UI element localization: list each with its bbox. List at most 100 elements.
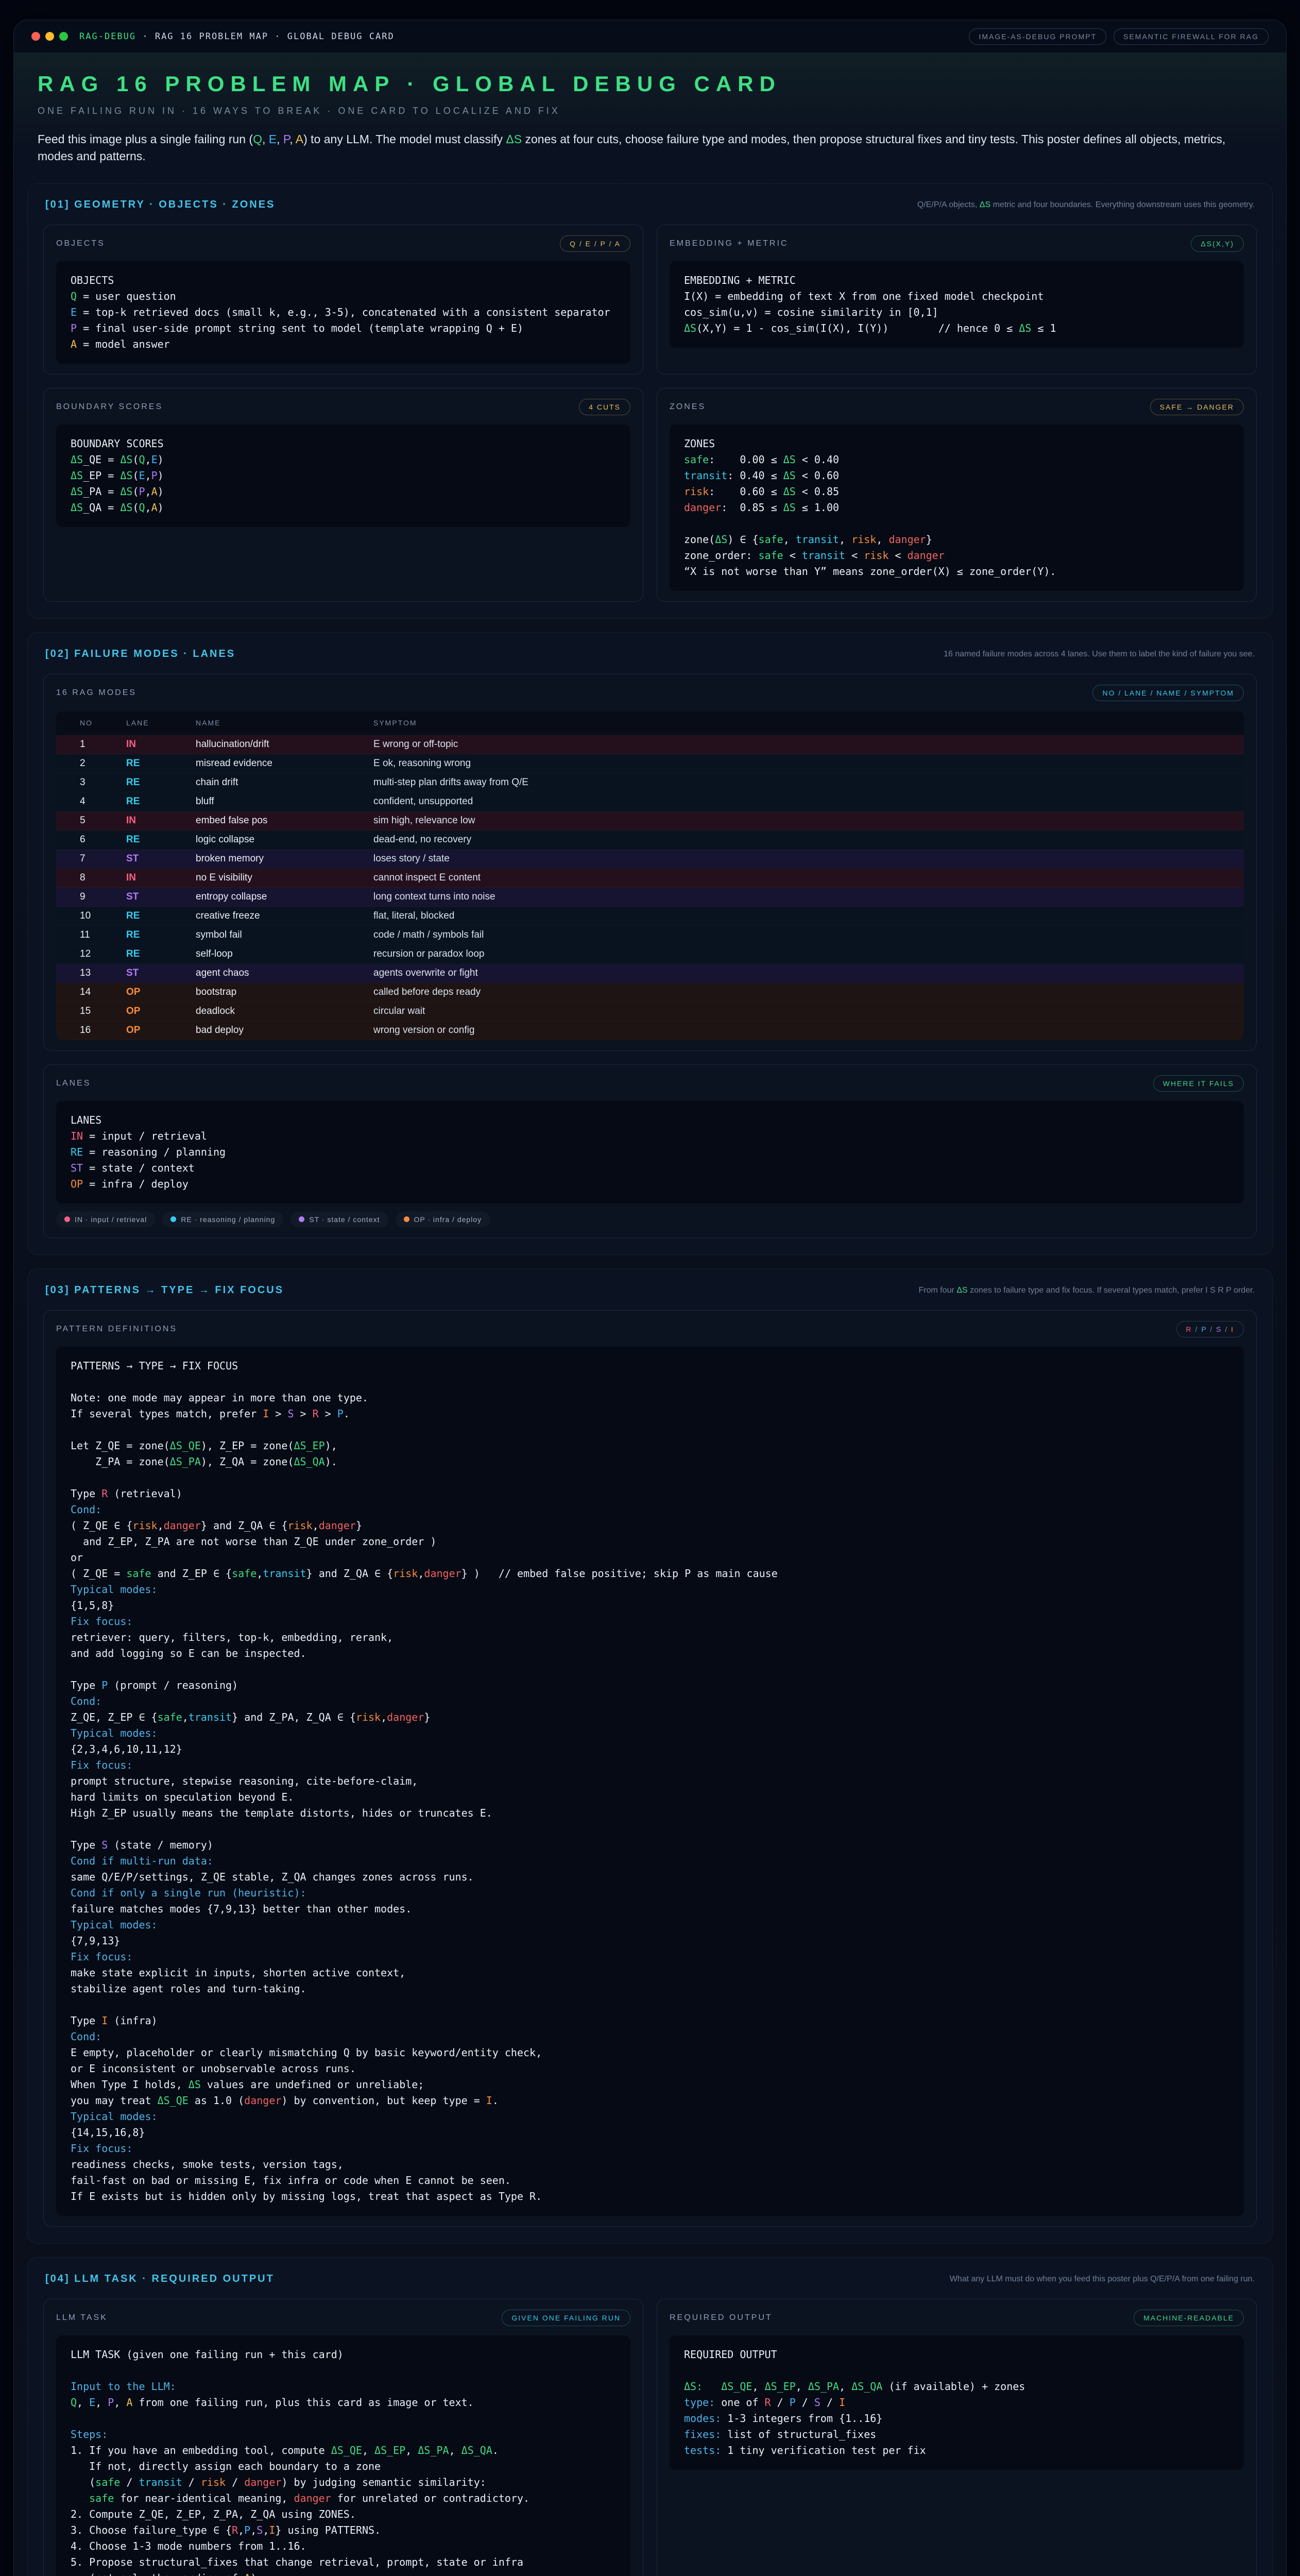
- panel-title: LLM TASK: [56, 2313, 108, 2323]
- mode-row-9: 9STentropy collapselong context turns in…: [56, 888, 1244, 907]
- code-line: Typical modes:: [71, 1725, 1229, 1741]
- objects-code: OBJECTSQ = user questionE = top-k retrie…: [56, 261, 630, 364]
- code-line: Fix focus:: [71, 1949, 1229, 1965]
- section-header: [03] PATTERNS → TYPE → FIX FOCUS From fo…: [45, 1284, 1255, 1297]
- lane-dot-icon: [299, 1216, 304, 1222]
- code-line: 1. If you have an embedding tool, comput…: [71, 2443, 616, 2459]
- code-line: 5. Propose structural_fixes that change …: [71, 2554, 616, 2570]
- section-title: [04] LLM TASK · REQUIRED OUTPUT: [45, 2273, 275, 2285]
- hero: RAG 16 PROBLEM MAP · GLOBAL DEBUG CARD O…: [14, 53, 1286, 183]
- traffic-light-red-icon[interactable]: [31, 32, 40, 41]
- panel-embedding-metric: EMBEDDING + METRIC ΔS(X,Y) EMBEDDING + M…: [657, 225, 1257, 375]
- code-line: {7,9,13}: [71, 1933, 1229, 1949]
- section-note: From four ΔS zones to failure type and f…: [919, 1284, 1255, 1297]
- code-line: LANES: [71, 1112, 1229, 1128]
- code-line: Typical modes:: [71, 1917, 1229, 1933]
- code-line: RE = reasoning / planning: [71, 1144, 1229, 1160]
- code-line: “X is not worse than Y” means zone_order…: [684, 564, 1229, 580]
- panel-llm-task: LLM TASK GIVEN ONE FAILING RUN LLM TASK …: [43, 2299, 643, 2576]
- code-line: REQUIRED OUTPUT: [684, 2347, 1229, 2363]
- code-line: or: [71, 1550, 1229, 1566]
- lane-dot-icon: [404, 1216, 409, 1222]
- panel-boundary-scores: BOUNDARY SCORES 4 CUTS BOUNDARY SCORESΔS…: [43, 388, 643, 602]
- mode-row-7: 7STbroken memoryloses story / state: [56, 850, 1244, 869]
- code-line: and add logging so E can be inspected.: [71, 1646, 1229, 1662]
- code-line: modes: 1-3 integers from {1..16}: [684, 2411, 1229, 2427]
- code-line: I(X) = embedding of text X from one fixe…: [684, 289, 1229, 304]
- code-line: Fix focus:: [71, 2141, 1229, 2157]
- code-line: stabilize agent roles and turn-taking.: [71, 1981, 1229, 1997]
- code-line: 4. Choose 1-3 mode numbers from 1..16.: [71, 2538, 616, 2554]
- window-title-rest: · RAG 16 PROBLEM MAP · GLOBAL DEBUG CARD: [136, 31, 395, 42]
- mode-row-16: 16OPbad deploywrong version or config: [56, 1021, 1244, 1040]
- code-line: Cond:: [71, 1693, 1229, 1709]
- panel-title: OBJECTS: [56, 239, 105, 248]
- code-line: If not, directly assign each boundary to…: [71, 2459, 616, 2475]
- code-line: If several types match, prefer I > S > R…: [71, 1406, 1229, 1422]
- code-line: Cond if multi-run data:: [71, 1853, 1229, 1869]
- code-line: (not only the wording of A).: [71, 2570, 616, 2576]
- code-line: risk: 0.60 ≤ ΔS < 0.85: [684, 484, 1229, 500]
- code-line: failure matches modes {7,9,13} better th…: [71, 1901, 1229, 1917]
- mode-row-3: 3REchain driftmulti-step plan drifts awa…: [56, 773, 1244, 792]
- code-line: ΔS_QA = ΔS(Q,A): [71, 500, 616, 516]
- code-line: Z_PA = zone(ΔS_PA), Z_QA = zone(ΔS_QA).: [71, 1454, 1229, 1470]
- code-line: {2,3,4,6,10,11,12}: [71, 1741, 1229, 1757]
- panel-title: LANES: [56, 1079, 91, 1088]
- code-line: Fix focus:: [71, 1614, 1229, 1630]
- code-line: Type R (retrieval): [71, 1486, 1229, 1502]
- code-line: you may treat ΔS_QE as 1.0 (danger) by c…: [71, 2093, 1229, 2109]
- section-title: [03] PATTERNS → TYPE → FIX FOCUS: [45, 1284, 284, 1296]
- code-line: When Type I holds, ΔS values are undefin…: [71, 2077, 1229, 2093]
- code-line: Q, E, P, A from one failing run, plus th…: [71, 2395, 616, 2411]
- modes-table: NOLANENAMESYMPTOM1INhallucination/driftE…: [56, 711, 1244, 1040]
- llm-task-code: LLM TASK (given one failing run + this c…: [56, 2335, 630, 2576]
- mode-row-5: 5INembed false possim high, relevance lo…: [56, 811, 1244, 831]
- window-badges: IMAGE-AS-DEBUG PROMPTSEMANTIC FIREWALL F…: [969, 28, 1269, 45]
- traffic-light-yellow-icon[interactable]: [45, 32, 54, 41]
- code-line: [684, 516, 1229, 532]
- code-line: [71, 1997, 1229, 2013]
- mode-row-14: 14OPbootstrapcalled before deps ready: [56, 983, 1244, 1002]
- section-header: [01] GEOMETRY · OBJECTS · ZONES Q/E/P/A …: [45, 199, 1255, 211]
- section-patterns: [03] PATTERNS → TYPE → FIX FOCUS From fo…: [27, 1268, 1273, 2244]
- metric-code: EMBEDDING + METRICI(X) = embedding of te…: [670, 261, 1244, 348]
- code-line: ( Z_QE = safe and Z_EP ∈ {safe,transit} …: [71, 1566, 1229, 1582]
- section-title: [01] GEOMETRY · OBJECTS · ZONES: [45, 199, 275, 211]
- mode-row-12: 12REself-looprecursion or paradox loop: [56, 945, 1244, 964]
- panel-badge: WHERE IT FAILS: [1153, 1075, 1244, 1092]
- code-line: zone_order: safe < transit < risk < dang…: [684, 548, 1229, 564]
- patterns-code: PATTERNS → TYPE → FIX FOCUS Note: one mo…: [56, 1347, 1244, 2216]
- code-line: (safe / transit / risk / danger) by judg…: [71, 2475, 616, 2490]
- code-line: ΔS(X,Y) = 1 - cos_sim(I(X), I(Y)) // hen…: [684, 320, 1229, 336]
- section-llm-task: [04] LLM TASK · REQUIRED OUTPUT What any…: [27, 2257, 1273, 2576]
- code-line: 2. Compute Z_QE, Z_EP, Z_PA, Z_QA using …: [71, 2506, 616, 2522]
- code-line: Cond if only a single run (heuristic):: [71, 1885, 1229, 1901]
- code-line: same Q/E/P/settings, Z_QE stable, Z_QA c…: [71, 1869, 1229, 1885]
- modes-table-header: NOLANENAMESYMPTOM: [56, 711, 1244, 735]
- panel-badge: Q / E / P / A: [560, 235, 630, 252]
- code-line: Let Z_QE = zone(ΔS_QE), Z_EP = zone(ΔS_E…: [71, 1438, 1229, 1454]
- code-line: [71, 1374, 1229, 1390]
- code-line: OP = infra / deploy: [71, 1176, 1229, 1192]
- code-line: retriever: query, filters, top-k, embedd…: [71, 1630, 1229, 1646]
- traffic-light-green-icon[interactable]: [59, 32, 68, 41]
- panel-rag-modes: 16 RAG MODES NO / LANE / NAME / SYMPTOM …: [43, 674, 1257, 1051]
- panel-badge: 4 CUTS: [579, 399, 630, 415]
- lane-chip-IN: IN · input / retrieval: [56, 1212, 155, 1227]
- mode-row-8: 8INno E visibilitycannot inspect E conte…: [56, 869, 1244, 888]
- code-line: cos_sim(u,v) = cosine similarity in [0,1…: [684, 304, 1229, 320]
- mode-row-1: 1INhallucination/driftE wrong or off-top…: [56, 735, 1244, 754]
- code-line: 3. Choose failure_type ∈ {R,P,S,I} using…: [71, 2522, 616, 2538]
- panel-title: BOUNDARY SCORES: [56, 402, 163, 412]
- mode-row-11: 11REsymbol failcode / math / symbols fai…: [56, 926, 1244, 945]
- panel-title: 16 RAG MODES: [56, 688, 136, 698]
- code-line: E empty, placeholder or clearly mismatch…: [71, 2045, 1229, 2061]
- boundary-code: BOUNDARY SCORESΔS_QE = ΔS(Q,E)ΔS_EP = ΔS…: [56, 425, 630, 527]
- code-line: [71, 2411, 616, 2427]
- code-line: safe for near-identical meaning, danger …: [71, 2490, 616, 2506]
- code-line: BOUNDARY SCORES: [71, 436, 616, 452]
- window-badge: SEMANTIC FIREWALL FOR RAG: [1114, 28, 1269, 45]
- panel-badge: SAFE → DANGER: [1150, 399, 1244, 415]
- lane-dot-icon: [170, 1216, 176, 1222]
